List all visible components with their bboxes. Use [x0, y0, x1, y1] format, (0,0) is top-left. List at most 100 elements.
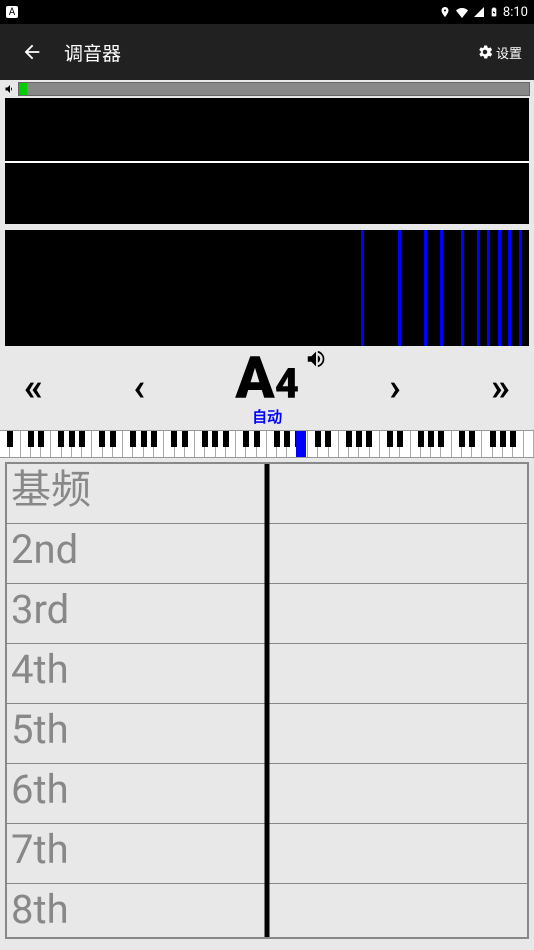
harmonic-label: 4th	[7, 644, 69, 703]
white-key[interactable]	[175, 431, 185, 457]
white-key[interactable]	[154, 431, 164, 457]
white-key[interactable]	[82, 431, 92, 457]
white-key[interactable]	[441, 431, 451, 457]
note-letter: A	[235, 350, 275, 408]
white-key[interactable]	[524, 431, 534, 457]
white-key[interactable]	[205, 431, 215, 457]
white-key[interactable]	[21, 431, 31, 457]
harmonic-label: 2nd	[7, 524, 78, 583]
white-key[interactable]	[462, 431, 472, 457]
white-key[interactable]	[31, 431, 41, 457]
status-bar: A 8:10	[0, 0, 534, 24]
spectrum-bar	[477, 230, 480, 346]
white-key[interactable]	[164, 431, 174, 457]
note-octave: 4	[275, 364, 299, 406]
harmonic-label: 8th	[7, 884, 69, 937]
white-key[interactable]	[216, 431, 226, 457]
spectrum-bar	[519, 230, 522, 346]
white-key[interactable]	[10, 431, 20, 457]
white-key[interactable]	[92, 431, 102, 457]
waveform-baseline	[5, 161, 529, 163]
harmonic-label: 7th	[7, 824, 69, 883]
white-key[interactable]	[370, 431, 380, 457]
white-key[interactable]	[72, 431, 82, 457]
white-key[interactable]	[277, 431, 287, 457]
piano-highlight	[296, 431, 306, 457]
white-key[interactable]	[257, 431, 267, 457]
harmonics-table: 基频2nd3rd4th5th6th7th8th	[5, 462, 529, 939]
white-key[interactable]	[503, 431, 513, 457]
white-key[interactable]	[267, 431, 277, 457]
wifi-icon	[455, 6, 469, 18]
white-key[interactable]	[51, 431, 61, 457]
white-key[interactable]	[308, 431, 318, 457]
volume-fill	[19, 83, 27, 95]
harmonic-label: 基频	[7, 464, 91, 523]
volume-track	[18, 82, 530, 96]
white-key[interactable]	[339, 431, 349, 457]
spectrum-bar	[498, 230, 501, 346]
white-key[interactable]	[103, 431, 113, 457]
note-name: A4	[235, 350, 299, 408]
white-key[interactable]	[236, 431, 246, 457]
white-key[interactable]	[349, 431, 359, 457]
battery-icon	[489, 5, 499, 19]
spectrum-bar	[487, 230, 490, 346]
next-fast-button[interactable]: »	[491, 366, 510, 410]
white-key[interactable]	[482, 431, 492, 457]
white-key[interactable]	[185, 431, 195, 457]
white-key[interactable]	[318, 431, 328, 457]
white-key[interactable]	[513, 431, 523, 457]
white-key[interactable]	[195, 431, 205, 457]
white-key[interactable]	[113, 431, 123, 457]
white-key[interactable]	[452, 431, 462, 457]
white-key[interactable]	[329, 431, 339, 457]
white-key[interactable]	[390, 431, 400, 457]
white-key[interactable]	[62, 431, 72, 457]
spectrum-bar	[361, 230, 364, 346]
spectrum-bar	[461, 230, 464, 346]
white-key[interactable]	[144, 431, 154, 457]
spectrum-bar	[440, 230, 443, 346]
spectrum-bar	[398, 230, 401, 346]
white-key[interactable]	[246, 431, 256, 457]
volume-icon	[4, 83, 16, 95]
settings-label: 设置	[496, 43, 522, 62]
back-button[interactable]	[12, 32, 52, 72]
status-time: 8:10	[503, 5, 528, 20]
signal-icon	[473, 6, 485, 18]
spectrum-scope[interactable]	[5, 230, 529, 346]
white-key[interactable]	[359, 431, 369, 457]
spectrum-bar	[424, 230, 427, 346]
prev-button[interactable]: ‹	[133, 366, 145, 410]
prev-fast-button[interactable]: «	[24, 366, 43, 410]
spectrum-bar	[508, 230, 511, 346]
white-key[interactable]	[431, 431, 441, 457]
white-key[interactable]	[41, 431, 51, 457]
harmonic-label: 6th	[7, 764, 69, 823]
speaker-icon[interactable]	[305, 348, 327, 370]
piano-strip[interactable]	[0, 430, 534, 458]
white-key[interactable]	[411, 431, 421, 457]
waveform-scope[interactable]	[5, 98, 529, 224]
location-icon	[439, 6, 451, 18]
white-key[interactable]	[226, 431, 236, 457]
harmonic-label: 5th	[7, 704, 69, 763]
app-title: 调音器	[64, 39, 476, 66]
volume-meter	[0, 80, 534, 98]
status-badge: A	[6, 6, 18, 18]
white-key[interactable]	[472, 431, 482, 457]
note-display[interactable]: A4 自动	[235, 350, 299, 427]
white-key[interactable]	[0, 431, 10, 457]
gear-icon	[476, 43, 494, 61]
white-key[interactable]	[133, 431, 143, 457]
harmonics-center-line	[265, 464, 270, 937]
settings-button[interactable]: 设置	[476, 43, 522, 62]
white-key[interactable]	[421, 431, 431, 457]
next-button[interactable]: ›	[389, 366, 401, 410]
white-key[interactable]	[400, 431, 410, 457]
white-key[interactable]	[380, 431, 390, 457]
white-key[interactable]	[123, 431, 133, 457]
harmonic-label: 3rd	[7, 584, 69, 643]
white-key[interactable]	[493, 431, 503, 457]
